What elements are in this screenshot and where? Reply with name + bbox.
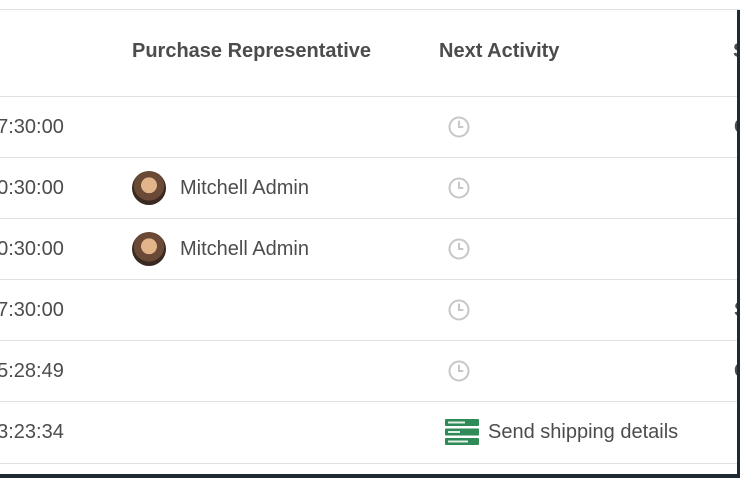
clock-icon[interactable] (448, 177, 470, 199)
table-row[interactable]: 00:30:00 Mitchell Admin (0, 218, 740, 279)
date-cell: 03:23:34 (0, 420, 64, 443)
activity-cell[interactable] (440, 280, 470, 340)
table-row[interactable]: 03:23:34 Send shipping details (0, 401, 740, 462)
activity-cell[interactable]: Send shipping details (440, 402, 678, 462)
window-edge-bottom (0, 474, 740, 478)
clock-icon[interactable] (448, 238, 470, 260)
date-cell: 17:30:00 (0, 298, 64, 321)
activity-cell[interactable] (440, 97, 470, 157)
avatar (132, 171, 166, 205)
purchase-list-view: Purchase Representative Next Activity S … (0, 0, 740, 478)
avatar (132, 232, 166, 266)
activity-cell[interactable] (440, 219, 470, 279)
activity-cell[interactable] (440, 158, 470, 218)
representative-cell: Mitchell Admin (132, 158, 309, 218)
representative-cell: Mitchell Admin (132, 219, 309, 279)
table-bottom-border (0, 463, 740, 464)
representative-name: Mitchell Admin (180, 237, 309, 260)
representative-name: Mitchell Admin (180, 176, 309, 199)
date-cell: 00:30:00 (0, 176, 64, 199)
clock-icon[interactable] (448, 116, 470, 138)
activity-cell[interactable] (440, 341, 470, 401)
table-header: Purchase Representative Next Activity S (0, 10, 740, 96)
activity-summary[interactable]: Send shipping details (488, 421, 678, 444)
date-cell: 00:30:00 (0, 237, 64, 260)
column-header-next-activity[interactable]: Next Activity (439, 40, 559, 63)
table-row[interactable]: 17:30:00 C (0, 96, 740, 157)
table-row[interactable]: 17:30:00 S (0, 279, 740, 340)
table-row[interactable]: 15:28:49 C (0, 340, 740, 401)
clock-icon[interactable] (448, 299, 470, 321)
date-cell: 17:30:00 (0, 115, 64, 138)
date-cell: 15:28:49 (0, 359, 64, 382)
email-activity-icon[interactable] (445, 419, 479, 445)
column-header-purchase-representative[interactable]: Purchase Representative (132, 40, 371, 63)
table-row[interactable]: 00:30:00 Mitchell Admin (0, 157, 740, 218)
clock-icon[interactable] (448, 360, 470, 382)
